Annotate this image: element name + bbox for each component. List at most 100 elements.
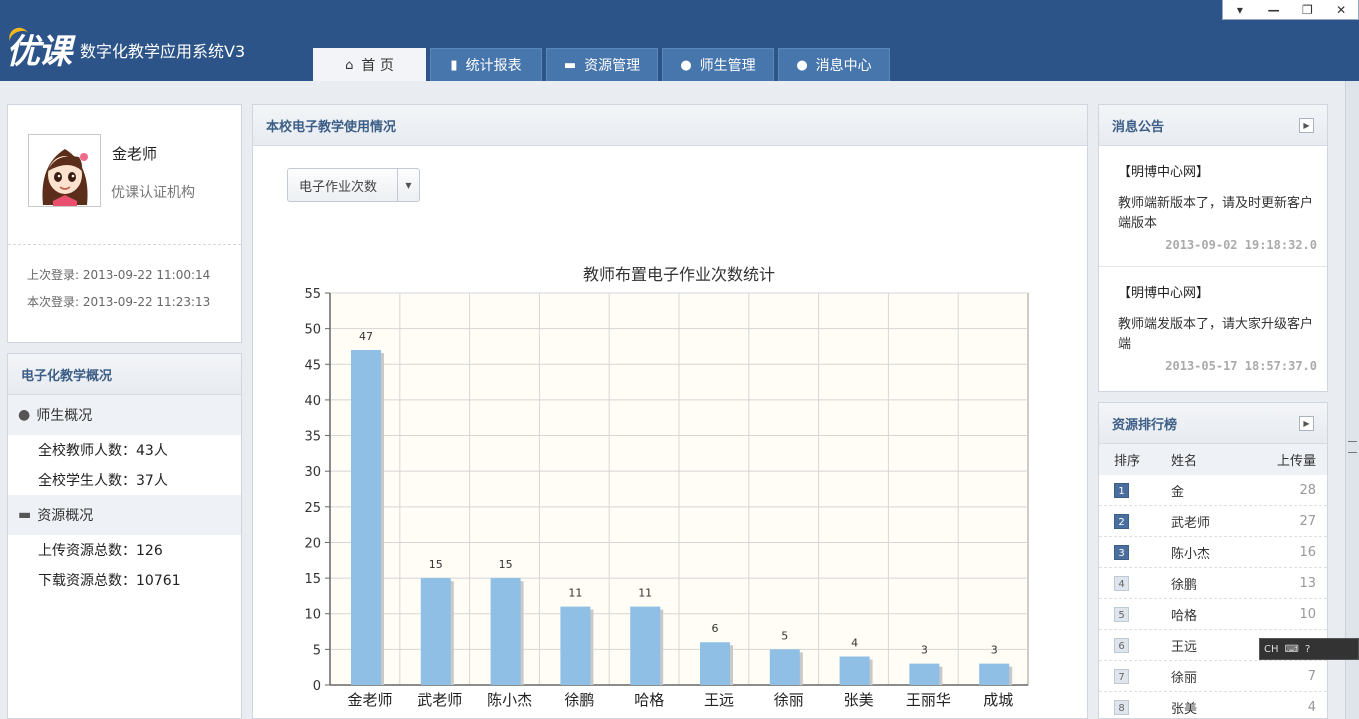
tab-home-label: 首 页 <box>361 58 394 74</box>
ranking-row[interactable]: 1 金 28 <box>1099 475 1327 506</box>
rank-cell: 2 <box>1099 513 1170 529</box>
x-tick-label: 武老师 <box>417 691 462 709</box>
y-tick-label: 5 <box>313 643 321 658</box>
ime-label: CH <box>1264 643 1279 655</box>
rank-cell: 4 <box>1099 575 1170 591</box>
y-tick-label: 10 <box>304 608 321 623</box>
minimize-icon[interactable]: — <box>1264 2 1284 18</box>
rank-cell: 8 <box>1099 699 1170 715</box>
bar-data-label: 47 <box>359 330 373 343</box>
notice-item[interactable]: 【明博中心网】 教师端发版本了，请大家升级客户端 2013-05-17 18:5… <box>1099 267 1327 388</box>
rank-count: 27 <box>1299 513 1316 529</box>
rank-count: 28 <box>1299 482 1316 498</box>
rank-name[interactable]: 金 <box>1170 481 1260 500</box>
notice-panel: 消息公告 ▶ 【明博中心网】 教师端新版本了，请及时更新客户端版本 2013-0… <box>1098 104 1328 392</box>
tab-people[interactable]: ● 师生管理 <box>662 48 774 81</box>
bar <box>351 350 381 685</box>
teacher-count: 全校教师人数：43人 <box>38 443 168 459</box>
upload-count: 上传资源总数：126 <box>38 543 163 559</box>
folder-icon: ▬ <box>18 507 32 523</box>
rank-cell: 6 <box>1099 637 1170 653</box>
x-tick-label: 金老师 <box>347 691 392 709</box>
x-tick-label: 陈小杰 <box>487 691 532 709</box>
y-tick-label: 40 <box>304 394 321 409</box>
chat-icon: ● <box>796 57 808 73</box>
rank-cell: 3 <box>1099 544 1170 560</box>
ranking-panel: 资源排行榜 ▶ 排序 姓名 上传量 1 金 28 2 武老师 27 3 陈小杰 16 4 徐鹏 13 5… <box>1098 402 1328 719</box>
y-tick-label: 30 <box>304 465 321 480</box>
notice-source: 【明博中心网】 <box>1118 165 1210 180</box>
notice-body[interactable]: 教师端发版本了，请大家升级客户端 <box>1118 315 1317 355</box>
bar-data-label: 3 <box>921 644 928 657</box>
notice-header: 消息公告 ▶ <box>1099 105 1327 146</box>
teacher-name: 金老师 <box>112 145 158 163</box>
notice-item[interactable]: 【明博中心网】 教师端新版本了，请及时更新客户端版本 2013-09-02 19… <box>1099 146 1327 267</box>
rank-count: 4 <box>1307 699 1316 715</box>
folder-icon: ▬ <box>563 57 577 73</box>
tab-home[interactable]: ⌂ 首 页 <box>313 48 426 81</box>
more-arrow-icon[interactable]: ▶ <box>1299 416 1314 431</box>
ranking-row[interactable]: 7 徐丽 7 <box>1099 661 1327 692</box>
tab-resources[interactable]: ▬ 资源管理 <box>546 48 658 81</box>
bar-data-label: 6 <box>712 622 719 635</box>
x-tick-label: 徐鹏 <box>564 691 594 709</box>
ranking-row[interactable]: 2 武老师 27 <box>1099 506 1327 537</box>
y-tick-label: 15 <box>304 572 321 587</box>
x-tick-label: 王丽华 <box>906 691 951 709</box>
rank-name[interactable]: 徐鹏 <box>1170 574 1260 593</box>
avatar-image <box>29 135 100 206</box>
app-logo: 优课 数字化教学应用系统V3 <box>6 26 245 72</box>
home-icon: ⌂ <box>345 57 354 73</box>
col-name: 姓名 <box>1171 454 1198 469</box>
bar-data-label: 11 <box>638 587 652 600</box>
usage-title: 本校电子教学使用情况 <box>253 105 1087 146</box>
ranking-row[interactable]: 5 哈格 10 <box>1099 599 1327 630</box>
dropdown-menu-icon[interactable]: ▾ <box>1230 2 1250 18</box>
rank-name[interactable]: 武老师 <box>1170 512 1260 531</box>
rank-name[interactable]: 徐丽 <box>1170 667 1260 686</box>
y-tick-label: 20 <box>304 536 321 551</box>
chevron-down-icon[interactable]: ▼ <box>397 169 419 201</box>
rank-name[interactable]: 哈格 <box>1170 605 1260 624</box>
restore-icon[interactable]: ❐ <box>1297 2 1317 18</box>
ranking-row[interactable]: 4 徐鹏 13 <box>1099 568 1327 599</box>
last-login: 上次登录: 2013-09-22 11:00:14 <box>27 268 211 282</box>
ranking-header: 资源排行榜 ▶ <box>1099 403 1327 444</box>
y-tick-label: 50 <box>304 323 321 338</box>
users-icon: ● <box>680 57 692 73</box>
help-icon[interactable]: ? <box>1305 644 1310 655</box>
users-icon: ● <box>18 407 31 423</box>
tab-stats[interactable]: ▮ 统计报表 <box>430 48 542 81</box>
rank-cell: 7 <box>1099 668 1170 684</box>
student-count: 全校学生人数：37人 <box>38 473 168 489</box>
tab-messages[interactable]: ● 消息中心 <box>778 48 890 81</box>
notice-body[interactable]: 教师端新版本了，请及时更新客户端版本 <box>1118 194 1317 234</box>
more-arrow-icon[interactable]: ▶ <box>1299 118 1314 133</box>
rank-name[interactable]: 王远 <box>1170 636 1260 655</box>
ranking-row[interactable]: 3 陈小杰 16 <box>1099 537 1327 568</box>
bar <box>490 578 521 685</box>
metric-select-value: 电子作业次数 <box>299 179 378 195</box>
scroll-grip-icon[interactable] <box>1348 441 1357 453</box>
ranking-row[interactable]: 8 张美 4 <box>1099 692 1327 719</box>
avatar[interactable] <box>28 134 101 207</box>
y-tick-label: 35 <box>304 430 321 445</box>
page-scrollbar[interactable] <box>1345 81 1359 719</box>
x-tick-label: 王远 <box>704 691 734 709</box>
keyboard-icon[interactable]: ⌨ <box>1285 644 1299 655</box>
rank-name[interactable]: 陈小杰 <box>1170 543 1260 562</box>
close-icon[interactable]: ✕ <box>1331 2 1351 18</box>
rank-name[interactable]: 张美 <box>1170 698 1260 717</box>
section-title: 资源概况 <box>37 508 94 524</box>
ranking-title: 资源排行榜 <box>1112 417 1178 433</box>
bar <box>560 606 591 685</box>
metric-select[interactable]: 电子作业次数 ▼ <box>287 168 420 202</box>
usage-panel: 本校电子教学使用情况 电子作业次数 ▼ 教师布置电子作业次数统计 0 5 10 15 20… <box>252 104 1088 719</box>
x-tick-label: 哈格 <box>634 691 664 709</box>
y-tick-label: 55 <box>304 287 321 302</box>
rank-badge: 8 <box>1114 699 1129 715</box>
ime-toolbar[interactable]: CH ⌨ ? <box>1259 638 1359 660</box>
bar-data-label: 15 <box>499 558 513 571</box>
download-count: 下载资源总数：10761 <box>38 573 181 589</box>
x-tick-label: 成城 <box>983 691 1013 709</box>
